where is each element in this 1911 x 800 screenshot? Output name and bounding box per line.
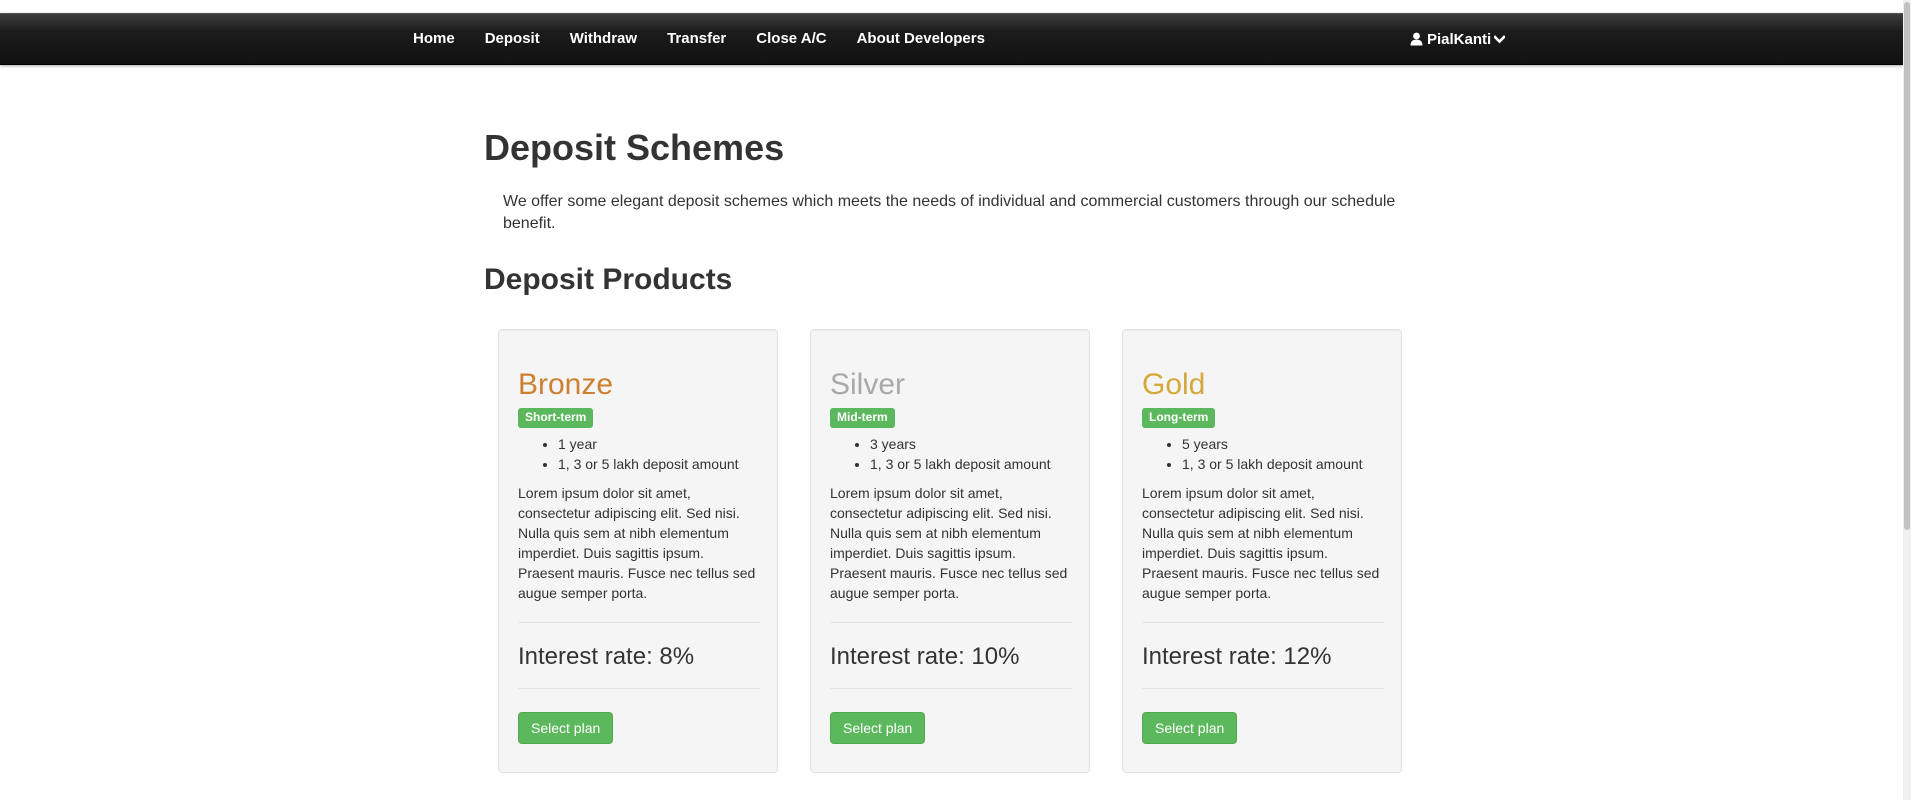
feature-item: 1, 3 or 5 lakh deposit amount xyxy=(558,454,739,474)
nav-about-developers[interactable]: About Developers xyxy=(842,14,1000,64)
divider xyxy=(518,622,760,623)
feature-item: 1, 3 or 5 lakh deposit amount xyxy=(1182,454,1363,474)
scrollbar-thumb[interactable] xyxy=(1904,2,1910,530)
plan-features: 3 years 1, 3 or 5 lakh deposit amount xyxy=(830,434,1051,474)
plan-name: Gold xyxy=(1142,368,1206,401)
nav-withdraw[interactable]: Withdraw xyxy=(555,14,652,64)
divider xyxy=(518,688,760,689)
plan-name: Silver xyxy=(830,368,906,401)
nav-close-account[interactable]: Close A/C xyxy=(741,14,841,64)
intro-text: We offer some elegant deposit schemes wh… xyxy=(503,193,1396,232)
user-name: PialKanti xyxy=(1427,30,1492,48)
interest-rate: Interest rate: 8% xyxy=(518,643,695,670)
interest-rate: Interest rate: 10% xyxy=(830,643,1020,670)
top-navbar: Home Deposit Withdraw Transfer Close A/C… xyxy=(0,13,1903,65)
nav-menu: Home Deposit Withdraw Transfer Close A/C… xyxy=(398,14,1000,64)
term-badge: Mid-term xyxy=(830,408,895,428)
divider xyxy=(830,688,1072,689)
feature-item: 5 years xyxy=(1182,434,1363,454)
divider xyxy=(1142,622,1384,623)
user-icon xyxy=(1410,32,1423,46)
chevron-down-icon xyxy=(1494,34,1506,44)
nav-home[interactable]: Home xyxy=(398,14,470,64)
plan-features: 1 year 1, 3 or 5 lakh deposit amount xyxy=(518,434,739,474)
select-plan-button[interactable]: Select plan xyxy=(1142,712,1238,744)
products-heading: Deposit Products xyxy=(484,263,733,296)
feature-item: 1, 3 or 5 lakh deposit amount xyxy=(870,454,1051,474)
feature-item: 3 years xyxy=(870,434,1051,454)
plan-card-bronze: Bronze Short-term 1 year 1, 3 or 5 lakh … xyxy=(498,329,778,773)
term-badge: Short-term xyxy=(518,408,594,428)
feature-item: 1 year xyxy=(558,434,739,454)
plan-card-silver: Silver Mid-term 3 years 1, 3 or 5 lakh d… xyxy=(810,329,1090,773)
plan-description: Lorem ipsum dolor sit amet, consectetur … xyxy=(830,485,1068,601)
term-badge: Long-term xyxy=(1142,408,1216,428)
vertical-scrollbar[interactable] xyxy=(1903,0,1911,800)
plan-name: Bronze xyxy=(518,368,614,401)
nav-deposit[interactable]: Deposit xyxy=(470,14,555,64)
divider xyxy=(830,622,1072,623)
plan-features: 5 years 1, 3 or 5 lakh deposit amount xyxy=(1142,434,1363,474)
plan-description: Lorem ipsum dolor sit amet, consectetur … xyxy=(518,485,756,601)
user-menu-dropdown[interactable]: PialKanti xyxy=(1398,14,1517,64)
select-plan-button[interactable]: Select plan xyxy=(830,712,926,744)
interest-rate: Interest rate: 12% xyxy=(1142,643,1332,670)
divider xyxy=(1142,688,1384,689)
page-top-strip xyxy=(0,0,1903,13)
page-title: Deposit Schemes xyxy=(484,127,785,168)
plan-description: Lorem ipsum dolor sit amet, consectetur … xyxy=(1142,485,1380,601)
nav-transfer[interactable]: Transfer xyxy=(652,14,741,64)
select-plan-button[interactable]: Select plan xyxy=(518,712,614,744)
plan-card-gold: Gold Long-term 5 years 1, 3 or 5 lakh de… xyxy=(1122,329,1402,773)
